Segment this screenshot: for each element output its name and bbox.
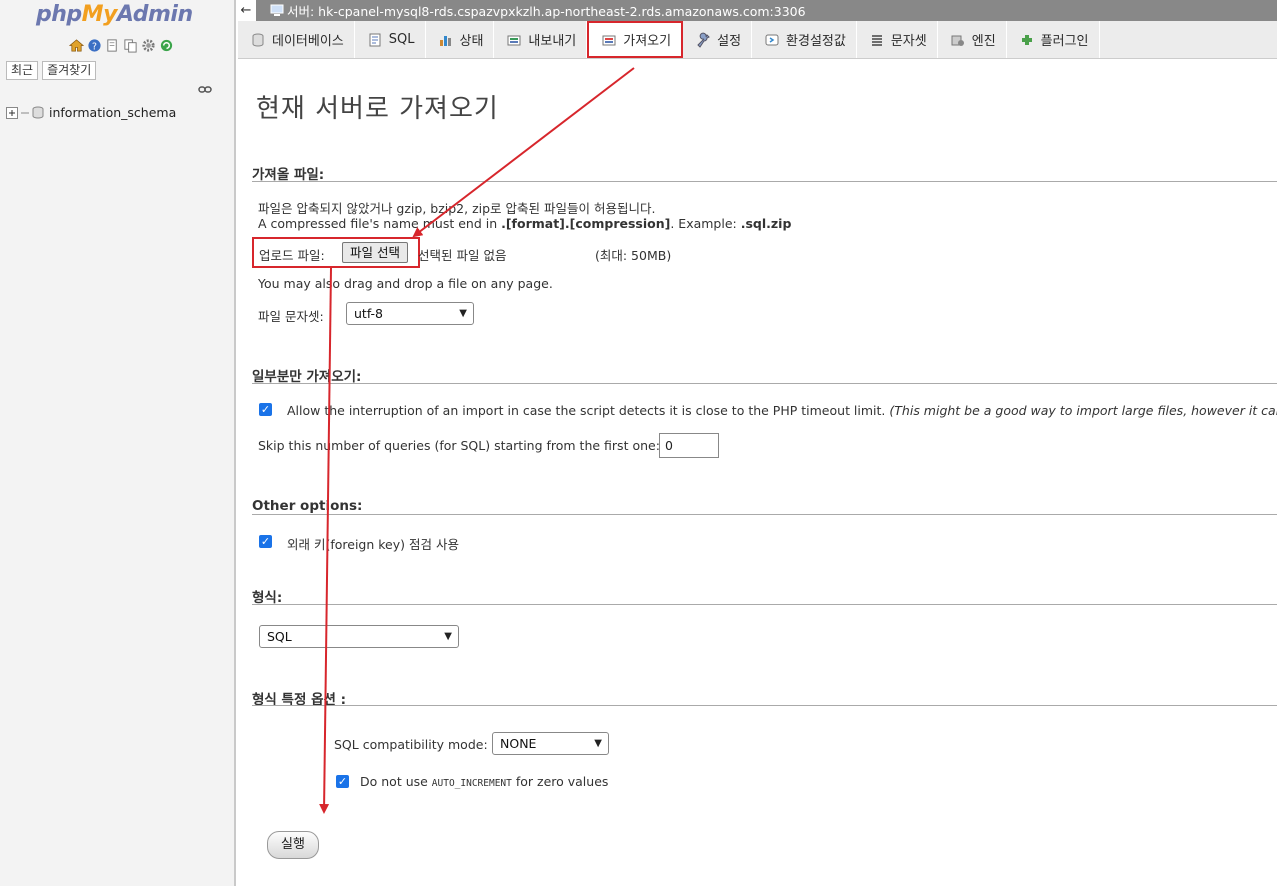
tab-export[interactable]: 내보내기 [494,21,588,58]
compat-mode-select[interactable]: NONE ▼ [492,732,609,755]
choose-file-button[interactable]: 파일 선택 [342,242,408,263]
tab-variables[interactable]: 환경설정값 [752,21,857,58]
upload-label: 업로드 파일: [259,248,325,263]
tree-connector-icon [21,112,29,113]
charset-label: 파일 문자셋: [258,309,324,324]
format-section-legend: 형식: [252,590,283,606]
nav-icon-bar: ? [69,38,174,53]
foreign-key-checkbox[interactable]: ✓ [259,535,272,548]
tab-engines[interactable]: 엔진 [938,21,1007,58]
home-icon[interactable] [69,38,84,53]
skip-queries-label: Skip this number of queries (for SQL) st… [258,438,660,453]
sql-icon [369,33,381,46]
link-icon[interactable] [198,84,212,96]
compression-desc: 파일은 압축되지 않았거나 gzip, bzip2, zip로 압축된 파일들이… [258,201,656,216]
format-select[interactable]: SQL ▼ [259,625,459,648]
drag-drop-hint: You may also drag and drop a file on any… [258,276,553,291]
charset-select[interactable]: utf-8 ▼ [346,302,474,325]
engine-icon [951,35,964,46]
top-menu: 데이터베이스 SQL 상태 내보내기 가져오기 설정 환경설정값 문자셋 엔진 … [238,21,1277,59]
tree-item-information-schema[interactable]: information_schema [6,105,176,120]
plugin-icon [1021,34,1032,45]
phpmyadmin-logo[interactable]: phpMyAdmin [36,2,193,27]
compression-example: A compressed file's name must end in .[f… [258,216,792,231]
import-icon [602,35,616,45]
divider [252,514,1277,515]
page-title: 현재 서버로 가져오기 [256,94,499,124]
copy-icon[interactable] [123,38,138,53]
max-upload-size: (최대: 50MB) [595,248,672,263]
divider [252,181,1277,182]
tab-status[interactable]: 상태 [426,21,495,58]
tab-databases[interactable]: 데이터베이스 [238,21,355,58]
compat-mode-label: SQL compatibility mode: [334,737,488,752]
tab-settings[interactable]: 설정 [683,21,753,58]
tree-item-label[interactable]: information_schema [49,105,176,120]
charset-icon [871,34,882,46]
other-section-legend: Other options: [252,498,363,514]
wrench-icon [697,32,710,48]
divider [252,383,1277,384]
server-icon [270,4,284,16]
divider [252,604,1277,605]
auto-increment-checkbox[interactable]: ✓ [336,775,349,788]
expand-icon[interactable] [6,106,18,119]
database-icon [32,106,44,119]
chevron-down-icon: ▼ [444,631,452,642]
divider [252,705,1277,706]
chevron-down-icon: ▼ [459,308,467,319]
database-icon [252,33,264,46]
server-breadcrumb-bar: ← 서버: hk-cpanel-mysql8-rds.cspazvpxkzlh.… [236,0,1277,21]
auto-increment-label: Do not use AUTO_INCREMENT for zero value… [360,774,609,789]
partial-section-legend: 일부분만 가져오기: [252,369,362,385]
chevron-down-icon: ▼ [594,738,602,749]
help-icon[interactable]: ? [87,38,102,53]
navigation-panel: phpMyAdmin ? 최근 즐겨찾기 information_schema [0,0,236,886]
tab-sql[interactable]: SQL [355,21,426,58]
recent-tab[interactable]: 최근 [6,61,39,80]
allow-interrupt-label: Allow the interruption of an import in c… [287,403,1277,418]
svg-text:?: ? [92,41,97,52]
tab-charsets[interactable]: 문자셋 [857,21,938,58]
tab-plugins[interactable]: 플러그인 [1007,21,1100,58]
server-label[interactable]: 서버: hk-cpanel-mysql8-rds.cspazvpxkzlh.ap… [287,1,806,20]
file-section-legend: 가져올 파일: [252,167,325,183]
go-button[interactable]: 실행 [267,831,319,859]
favorites-tab[interactable]: 즐겨찾기 [42,61,97,80]
nav-tabs: 최근 즐겨찾기 [6,61,97,80]
main-content: 현재 서버로 가져오기 가져올 파일: 파일은 압축되지 않았거나 gzip, … [238,58,1277,886]
foreign-key-label: 외래 키(foreign key) 점검 사용 [287,537,459,552]
settings-icon[interactable] [141,38,156,53]
tab-import[interactable]: 가져오기 [587,21,684,58]
variables-icon [765,34,779,45]
allow-interrupt-checkbox[interactable]: ✓ [259,403,272,416]
docs-icon[interactable] [105,38,120,53]
export-icon [507,35,521,45]
status-icon [439,35,451,46]
no-file-selected: 선택된 파일 없음 [418,248,507,263]
collapse-nav-button[interactable]: ← [236,0,256,21]
skip-queries-input[interactable]: 0 [659,433,719,458]
reload-icon[interactable] [159,38,174,53]
